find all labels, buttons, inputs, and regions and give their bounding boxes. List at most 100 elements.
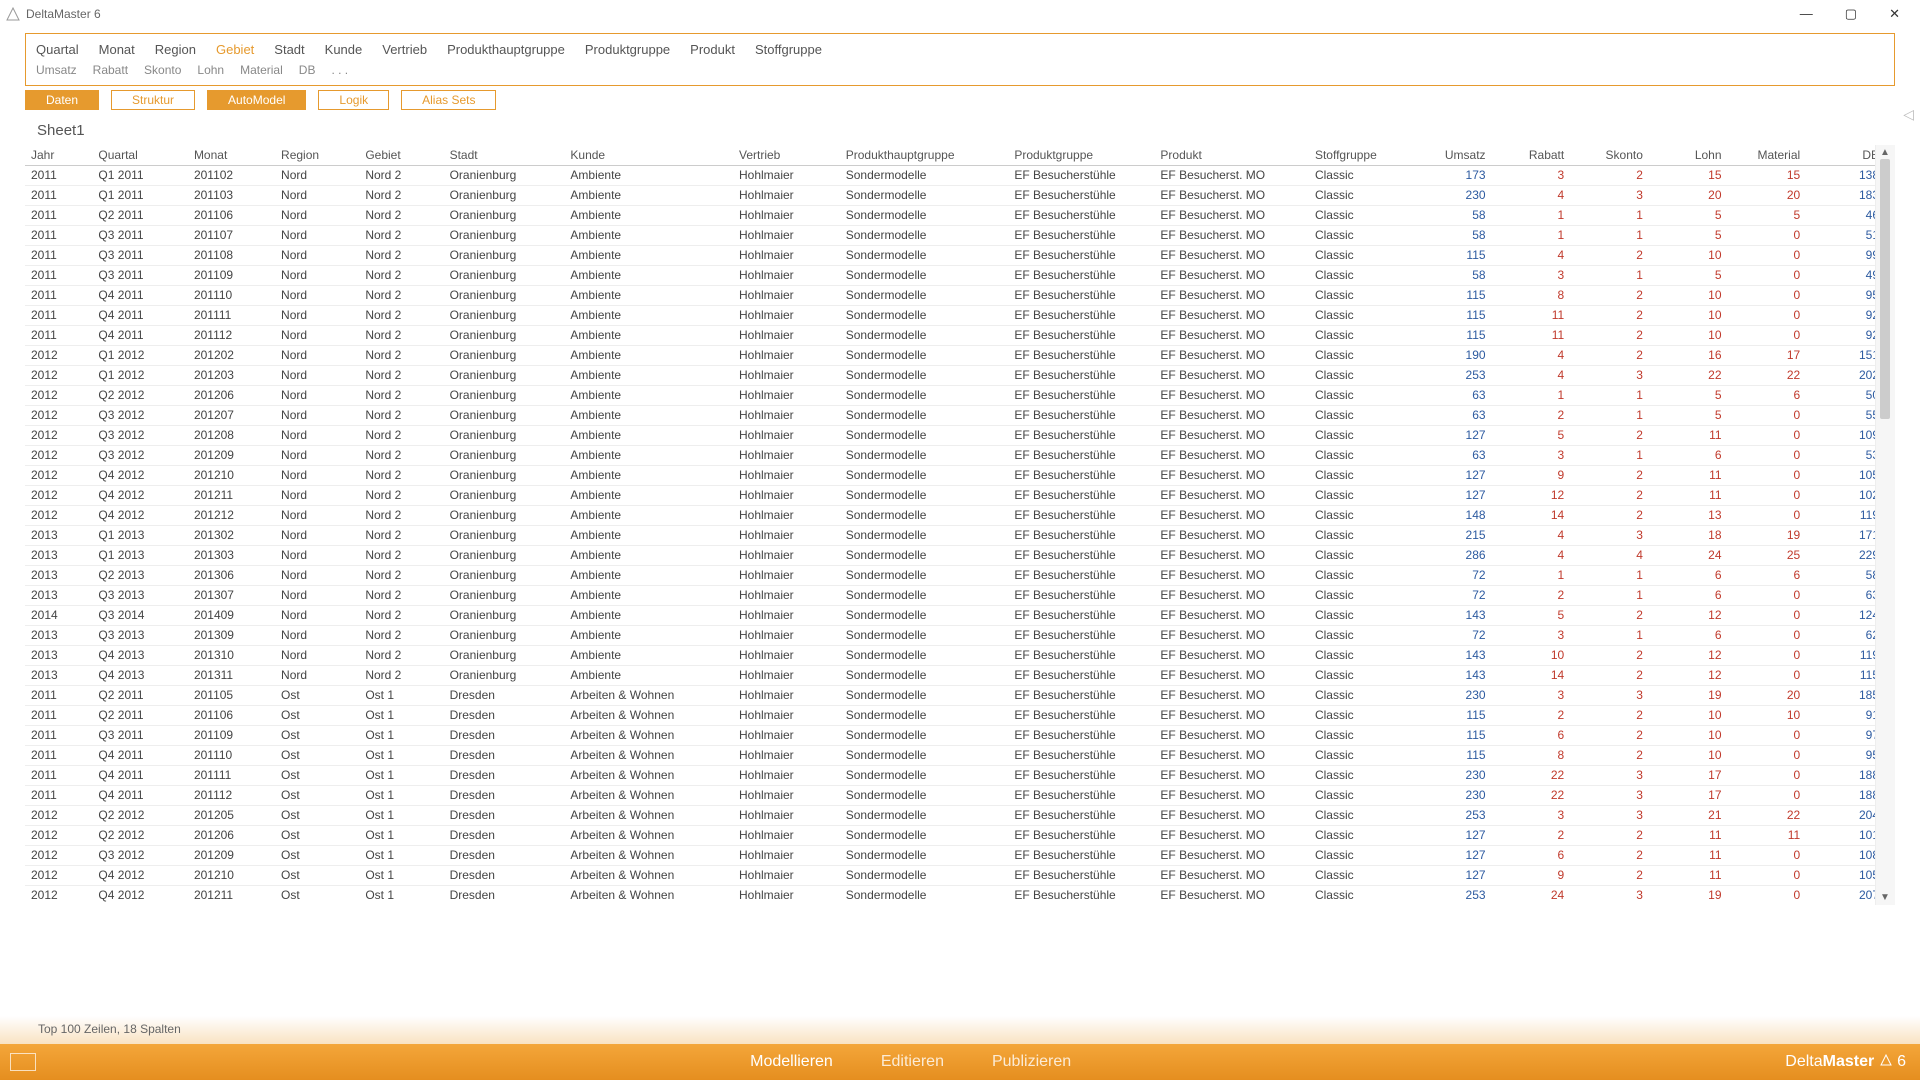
tab-automodel[interactable]: AutoModel: [207, 90, 306, 110]
column-header[interactable]: Produkt: [1154, 145, 1309, 165]
table-row[interactable]: 2012Q4 2012201212NordNord 2OranienburgAm…: [25, 505, 1875, 525]
column-header[interactable]: Jahr: [25, 145, 92, 165]
ribbon-measure-[interactable]: . . .: [331, 63, 348, 77]
footer-nav-publizieren[interactable]: Publizieren: [992, 1053, 1071, 1071]
minimize-button[interactable]: —: [1794, 4, 1819, 24]
ribbon-dimension-produktgruppe[interactable]: Produktgruppe: [585, 42, 670, 57]
ribbon-measure-rabatt[interactable]: Rabatt: [93, 63, 128, 77]
tab-struktur[interactable]: Struktur: [111, 90, 195, 110]
table-row[interactable]: 2011Q4 2011201110OstOst 1DresdenArbeiten…: [25, 745, 1875, 765]
table-row[interactable]: 2012Q3 2012201207NordNord 2OranienburgAm…: [25, 405, 1875, 425]
table-row[interactable]: 2011Q3 2011201109OstOst 1DresdenArbeiten…: [25, 725, 1875, 745]
table-row[interactable]: 2012Q1 2012201202NordNord 2OranienburgAm…: [25, 345, 1875, 365]
maximize-button[interactable]: ▢: [1839, 4, 1863, 24]
footer-nav-modellieren[interactable]: Modellieren: [750, 1053, 833, 1071]
scroll-thumb[interactable]: [1880, 159, 1890, 419]
column-header[interactable]: DB: [1806, 145, 1875, 165]
table-row[interactable]: 2011Q4 2011201112OstOst 1DresdenArbeiten…: [25, 785, 1875, 805]
column-header[interactable]: Kunde: [564, 145, 733, 165]
column-header[interactable]: Quartal: [92, 145, 188, 165]
vertical-scrollbar[interactable]: ▲ ▼: [1875, 145, 1895, 905]
ribbon-measure-db[interactable]: DB: [299, 63, 316, 77]
cell: Q1 2013: [92, 525, 188, 545]
table-row[interactable]: 2011Q4 2011201112NordNord 2OranienburgAm…: [25, 325, 1875, 345]
ribbon-dimension-quartal[interactable]: Quartal: [36, 42, 79, 57]
cell: Classic: [1309, 885, 1413, 905]
column-header[interactable]: Stoffgruppe: [1309, 145, 1413, 165]
expand-right-icon[interactable]: ◁: [1903, 106, 1914, 123]
column-header[interactable]: Monat: [188, 145, 275, 165]
table-row[interactable]: 2013Q2 2013201306NordNord 2OranienburgAm…: [25, 565, 1875, 585]
ribbon-dimension-produkt[interactable]: Produkt: [690, 42, 735, 57]
column-header[interactable]: Produktgruppe: [1008, 145, 1154, 165]
cell: 15: [1728, 165, 1807, 185]
column-header[interactable]: Vertrieb: [733, 145, 840, 165]
ribbon-dimension-stadt[interactable]: Stadt: [274, 42, 304, 57]
table-row[interactable]: 2011Q1 2011201102NordNord 2OranienburgAm…: [25, 165, 1875, 185]
ribbon-dimension-kunde[interactable]: Kunde: [325, 42, 363, 57]
table-row[interactable]: 2012Q3 2012201208NordNord 2OranienburgAm…: [25, 425, 1875, 445]
table-row[interactable]: 2013Q3 2013201307NordNord 2OranienburgAm…: [25, 585, 1875, 605]
table-row[interactable]: 2012Q2 2012201206NordNord 2OranienburgAm…: [25, 385, 1875, 405]
ribbon-measure-material[interactable]: Material: [240, 63, 283, 77]
table-row[interactable]: 2012Q2 2012201206OstOst 1DresdenArbeiten…: [25, 825, 1875, 845]
cell: 102: [1806, 485, 1875, 505]
column-header[interactable]: Rabatt: [1492, 145, 1571, 165]
table-row[interactable]: 2012Q3 2012201209OstOst 1DresdenArbeiten…: [25, 845, 1875, 865]
table-row[interactable]: 2012Q2 2012201205OstOst 1DresdenArbeiten…: [25, 805, 1875, 825]
column-header[interactable]: Gebiet: [359, 145, 443, 165]
column-header[interactable]: Umsatz: [1413, 145, 1492, 165]
table-row[interactable]: 2012Q4 2012201210NordNord 2OranienburgAm…: [25, 465, 1875, 485]
table-row[interactable]: 2011Q4 2011201111NordNord 2OranienburgAm…: [25, 305, 1875, 325]
table-row[interactable]: 2013Q1 2013201303NordNord 2OranienburgAm…: [25, 545, 1875, 565]
scroll-down-icon[interactable]: ▼: [1880, 892, 1890, 903]
column-header[interactable]: Skonto: [1570, 145, 1649, 165]
ribbon-measure-lohn[interactable]: Lohn: [197, 63, 224, 77]
cell: 0: [1728, 645, 1807, 665]
ribbon-dimension-monat[interactable]: Monat: [99, 42, 135, 57]
tab-daten[interactable]: Daten: [25, 90, 99, 110]
tab-logik[interactable]: Logik: [318, 90, 389, 110]
column-header[interactable]: Material: [1728, 145, 1807, 165]
table-row[interactable]: 2013Q4 2013201311NordNord 2OranienburgAm…: [25, 665, 1875, 685]
cell: 207: [1806, 885, 1875, 905]
cell: 188: [1806, 765, 1875, 785]
table-row[interactable]: 2011Q2 2011201106NordNord 2OranienburgAm…: [25, 205, 1875, 225]
cell: Ost 1: [359, 685, 443, 705]
table-row[interactable]: 2011Q2 2011201106OstOst 1DresdenArbeiten…: [25, 705, 1875, 725]
ribbon-dimension-region[interactable]: Region: [155, 42, 196, 57]
data-table[interactable]: JahrQuartalMonatRegionGebietStadtKundeVe…: [25, 145, 1875, 905]
table-row[interactable]: 2011Q4 2011201111OstOst 1DresdenArbeiten…: [25, 765, 1875, 785]
table-row[interactable]: 2014Q3 2014201409NordNord 2OranienburgAm…: [25, 605, 1875, 625]
table-row[interactable]: 2011Q3 2011201109NordNord 2OranienburgAm…: [25, 265, 1875, 285]
column-header[interactable]: Lohn: [1649, 145, 1728, 165]
column-header[interactable]: Region: [275, 145, 359, 165]
table-row[interactable]: 2011Q1 2011201103NordNord 2OranienburgAm…: [25, 185, 1875, 205]
table-row[interactable]: 2011Q2 2011201105OstOst 1DresdenArbeiten…: [25, 685, 1875, 705]
cell: EF Besucherstühle: [1008, 785, 1154, 805]
table-row[interactable]: 2012Q4 2012201211NordNord 2OranienburgAm…: [25, 485, 1875, 505]
column-header[interactable]: Stadt: [444, 145, 565, 165]
cell: EF Besucherstühle: [1008, 525, 1154, 545]
table-row[interactable]: 2013Q1 2013201302NordNord 2OranienburgAm…: [25, 525, 1875, 545]
table-row[interactable]: 2012Q4 2012201210OstOst 1DresdenArbeiten…: [25, 865, 1875, 885]
ribbon-dimension-gebiet[interactable]: Gebiet: [216, 42, 254, 57]
ribbon-measure-umsatz[interactable]: Umsatz: [36, 63, 77, 77]
table-row[interactable]: 2011Q4 2011201110NordNord 2OranienburgAm…: [25, 285, 1875, 305]
ribbon-dimension-produkthauptgruppe[interactable]: Produkthauptgruppe: [447, 42, 565, 57]
close-button[interactable]: ✕: [1883, 4, 1906, 24]
table-row[interactable]: 2012Q4 2012201211OstOst 1DresdenArbeiten…: [25, 885, 1875, 905]
ribbon-dimension-stoffgruppe[interactable]: Stoffgruppe: [755, 42, 822, 57]
table-row[interactable]: 2011Q3 2011201108NordNord 2OranienburgAm…: [25, 245, 1875, 265]
ribbon-dimension-vertrieb[interactable]: Vertrieb: [382, 42, 427, 57]
tab-alias-sets[interactable]: Alias Sets: [401, 90, 496, 110]
column-header[interactable]: Produkthauptgruppe: [840, 145, 1009, 165]
table-row[interactable]: 2012Q3 2012201209NordNord 2OranienburgAm…: [25, 445, 1875, 465]
table-row[interactable]: 2012Q1 2012201203NordNord 2OranienburgAm…: [25, 365, 1875, 385]
footer-nav-editieren[interactable]: Editieren: [881, 1053, 944, 1071]
table-row[interactable]: 2013Q3 2013201309NordNord 2OranienburgAm…: [25, 625, 1875, 645]
table-row[interactable]: 2011Q3 2011201107NordNord 2OranienburgAm…: [25, 225, 1875, 245]
table-row[interactable]: 2013Q4 2013201310NordNord 2OranienburgAm…: [25, 645, 1875, 665]
ribbon-measure-skonto[interactable]: Skonto: [144, 63, 181, 77]
scroll-up-icon[interactable]: ▲: [1880, 147, 1890, 158]
